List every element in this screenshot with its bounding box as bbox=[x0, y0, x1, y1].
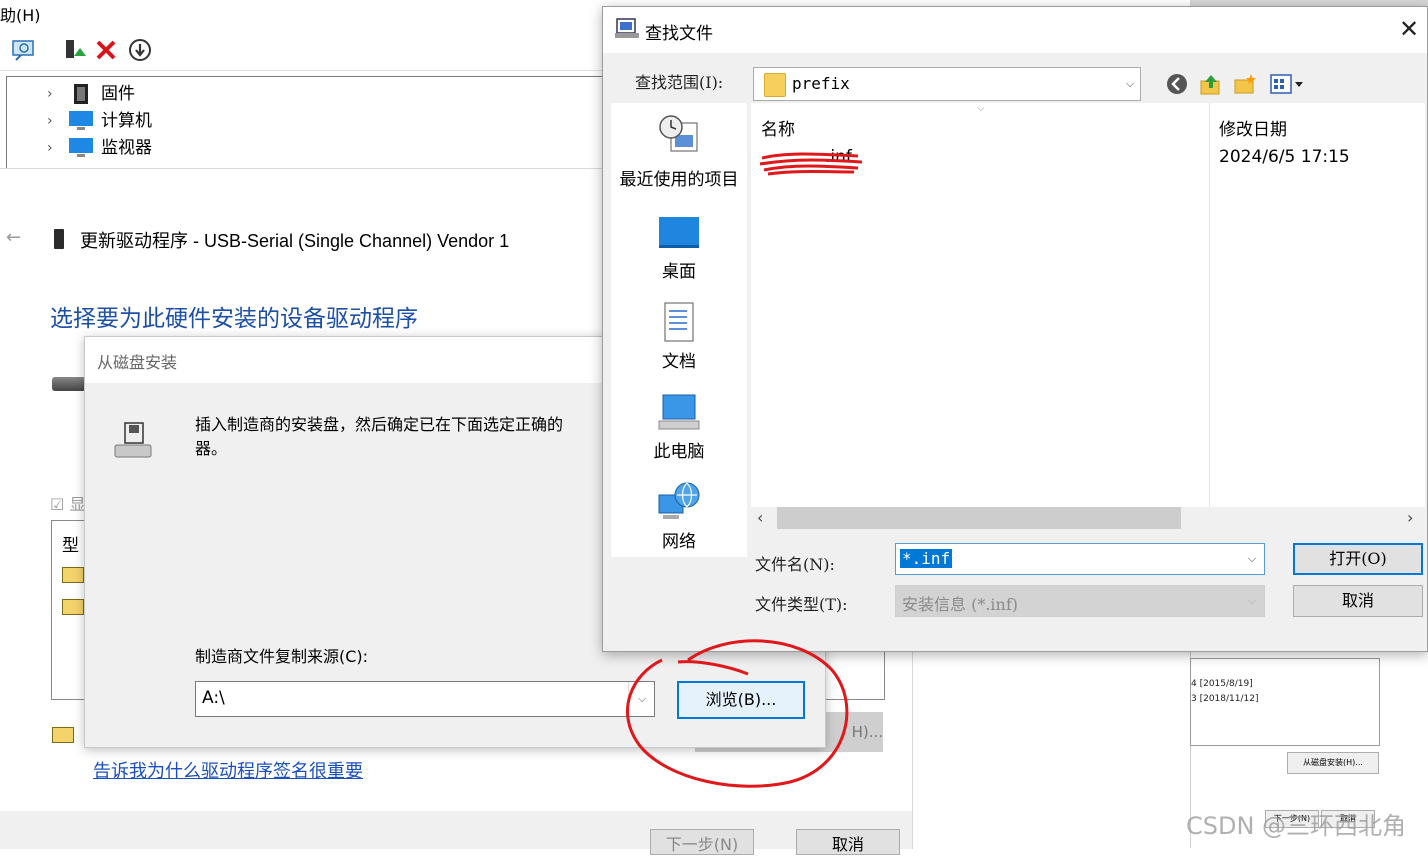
place-recent[interactable]: 最近使用的项目 bbox=[611, 113, 747, 193]
source-label: 制造商文件复制来源(C): bbox=[195, 647, 369, 666]
annotation-circle bbox=[626, 639, 849, 788]
up-folder-icon[interactable] bbox=[1199, 73, 1223, 95]
documents-icon bbox=[657, 301, 701, 343]
recent-icon bbox=[657, 113, 701, 155]
computer-icon bbox=[69, 111, 93, 131]
monitor-icon bbox=[69, 138, 93, 158]
signed-driver-icon bbox=[52, 727, 74, 743]
name-column-header[interactable]: 名称 bbox=[761, 115, 795, 140]
cancel-button[interactable]: 取消 bbox=[796, 829, 900, 855]
chevron-down-icon[interactable]: ⌵ bbox=[1242, 544, 1262, 574]
list-item[interactable]: 3 [2018/11/12] bbox=[1191, 694, 1258, 704]
place-documents[interactable]: 文档 bbox=[611, 301, 747, 377]
have-disk-button[interactable]: 从磁盘安装(H)... bbox=[1287, 752, 1379, 774]
scrollbar-thumb[interactable] bbox=[777, 507, 1181, 529]
desktop-icon bbox=[657, 211, 701, 253]
disk-drive-icon bbox=[111, 421, 155, 461]
find-file-dialog: 查找文件 ✕ 查找范围(I): prefix ⌵ 最近使用的项目 桌面 文档 此… bbox=[602, 6, 1428, 652]
filename-value: *.inf bbox=[900, 549, 953, 568]
dialog-message: 插入制造商的安装盘，然后确定已在下面选定正确的 器。 bbox=[195, 415, 564, 458]
look-in-value: prefix bbox=[792, 74, 850, 93]
look-in-label: 查找范围(I): bbox=[635, 73, 724, 92]
dialog-title: 查找文件 bbox=[645, 24, 713, 44]
dialog-title: 从磁盘安装 bbox=[97, 353, 178, 372]
place-this-pc[interactable]: 此电脑 bbox=[611, 391, 747, 467]
find-file-icon bbox=[615, 17, 639, 39]
wizard-title: 更新驱动程序 - USB-Serial (Single Channel) Ven… bbox=[80, 231, 510, 251]
uninstall-device-icon[interactable] bbox=[92, 36, 120, 64]
source-path-value: A:\ bbox=[202, 688, 225, 708]
driver-certificate-icon bbox=[62, 567, 84, 583]
place-network[interactable]: 网络 bbox=[611, 481, 747, 557]
chevron-down-icon[interactable]: ⌵ bbox=[1242, 586, 1262, 616]
chevron-right-icon[interactable]: › bbox=[47, 135, 57, 161]
wizard-footer: 下一步(N) 取消 bbox=[0, 811, 912, 855]
driver-signing-link[interactable]: 告诉我为什么驱动程序签名很重要 bbox=[93, 757, 363, 783]
compatible-hardware-checkbox[interactable]: ☑ 显 bbox=[50, 491, 85, 515]
usb-device-icon bbox=[54, 229, 64, 249]
dialog-titlebar: 查找文件 ✕ bbox=[603, 7, 1427, 53]
open-button[interactable]: 打开(O) bbox=[1293, 543, 1423, 575]
sort-indicator-icon: ⌵ bbox=[977, 103, 985, 114]
watermark: CSDN @三环西北角 bbox=[1186, 812, 1407, 840]
new-folder-icon[interactable] bbox=[1233, 73, 1257, 95]
driver-certificate-icon bbox=[62, 599, 84, 615]
usb-plug-icon bbox=[52, 377, 86, 391]
places-sidebar: 最近使用的项目 桌面 文档 此电脑 网络 bbox=[611, 103, 747, 557]
model-column-header: 型 bbox=[62, 536, 79, 556]
cancel-button[interactable]: 取消 bbox=[1293, 585, 1423, 617]
redaction-scribble bbox=[759, 152, 863, 176]
disable-device-icon[interactable] bbox=[126, 36, 154, 64]
column-divider[interactable] bbox=[1209, 103, 1210, 507]
firmware-icon bbox=[69, 84, 93, 104]
wizard-heading: 选择要为此硬件安装的设备驱动程序 bbox=[50, 306, 418, 332]
filename-label: 文件名(N): bbox=[755, 555, 835, 574]
scroll-right-icon[interactable]: › bbox=[1407, 507, 1413, 529]
back-icon[interactable] bbox=[1165, 73, 1189, 95]
list-item[interactable]: 4 [2015/8/19] bbox=[1191, 679, 1253, 689]
chevron-right-icon[interactable]: › bbox=[47, 81, 57, 107]
menu-help[interactable]: 助(H) bbox=[0, 6, 41, 25]
source-path-combobox[interactable]: A:\ ⌵ bbox=[195, 681, 655, 717]
horizontal-scrollbar[interactable]: ‹ › bbox=[751, 507, 1425, 529]
network-icon bbox=[657, 481, 701, 523]
filetype-combobox[interactable]: 安装信息 (*.inf) ⌵ bbox=[895, 585, 1265, 617]
place-desktop[interactable]: 桌面 bbox=[611, 211, 747, 287]
this-pc-icon bbox=[657, 391, 701, 433]
back-arrow-icon[interactable]: ← bbox=[6, 227, 21, 248]
file-row-modified: 2024/6/5 17:15 bbox=[1219, 147, 1350, 167]
close-icon[interactable]: ✕ bbox=[1395, 15, 1423, 43]
update-driver-icon[interactable] bbox=[60, 36, 88, 64]
modified-column-header[interactable]: 修改日期 bbox=[1219, 115, 1287, 140]
chevron-right-icon[interactable]: › bbox=[47, 108, 57, 134]
filename-combobox[interactable]: *.inf ⌵ bbox=[895, 543, 1265, 575]
look-in-combobox[interactable]: prefix ⌵ bbox=[753, 67, 1141, 101]
scroll-left-icon[interactable]: ‹ bbox=[757, 507, 763, 529]
next-button[interactable]: 下一步(N) bbox=[650, 829, 754, 855]
chevron-down-icon[interactable]: ⌵ bbox=[1120, 68, 1140, 100]
view-menu-icon[interactable] bbox=[1269, 73, 1309, 95]
filetype-value: 安装信息 (*.inf) bbox=[902, 595, 1019, 614]
filetype-label: 文件类型(T): bbox=[755, 595, 848, 614]
scan-hardware-icon[interactable] bbox=[10, 36, 38, 64]
model-list[interactable]: 4 [2015/8/19] 3 [2018/11/12] bbox=[1190, 658, 1380, 746]
folder-icon bbox=[764, 73, 786, 97]
